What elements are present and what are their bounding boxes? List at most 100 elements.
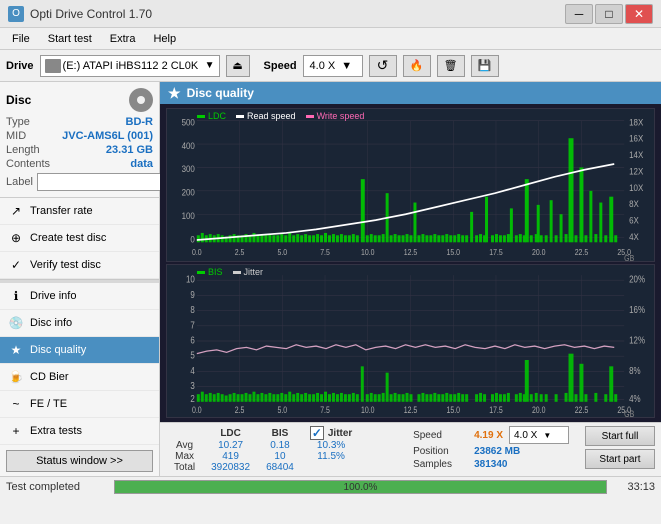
svg-text:22.5: 22.5 [575, 248, 589, 258]
app-icon: O [8, 6, 24, 22]
menu-extra[interactable]: Extra [102, 31, 144, 47]
bis-legend-color [197, 271, 205, 274]
disc-graphic-icon [129, 88, 153, 112]
total-row-label: Total [166, 462, 203, 473]
panel-title: Disc quality [187, 86, 254, 100]
chart1-legend: LDC Read speed Write speed [197, 111, 364, 121]
samples-row: Samples 381340 [413, 459, 569, 470]
legend-writespeed: Write speed [306, 111, 365, 121]
sidebar-item-create-test-disc-label: Create test disc [30, 232, 106, 244]
svg-text:22.5: 22.5 [575, 405, 589, 415]
disc-contents-row: Contents data [6, 158, 153, 170]
svg-text:6: 6 [190, 335, 194, 346]
drive-info-icon: ℹ [8, 288, 24, 304]
minimize-button[interactable]: ─ [565, 4, 593, 24]
svg-text:10: 10 [186, 274, 195, 285]
position-row: Position 23862 MB [413, 446, 569, 457]
progress-percent: 100.0% [115, 481, 606, 494]
svg-text:4: 4 [190, 365, 194, 376]
svg-text:7: 7 [190, 319, 194, 330]
sidebar-item-extra-tests[interactable]: + Extra tests [0, 418, 159, 445]
svg-text:400: 400 [182, 140, 195, 151]
start-part-button[interactable]: Start part [585, 449, 655, 469]
disc-contents-label: Contents [6, 158, 50, 170]
sidebar-item-disc-info[interactable]: 💿 Disc info [0, 310, 159, 337]
svg-text:18X: 18X [629, 117, 643, 128]
speed-stat-value: 4.19 X [474, 430, 503, 441]
avg-jitter-value: 10.3% [302, 440, 360, 451]
svg-text:GB: GB [624, 253, 634, 261]
cd-bier-icon: 🍺 [8, 369, 24, 385]
disc-panel: Disc Type BD-R MID JVC-AMS6L (001) Lengt… [0, 82, 159, 198]
erase-button[interactable]: 🗑 [437, 55, 465, 77]
sidebar-item-verify-test-disc[interactable]: ✓ Verify test disc [0, 252, 159, 279]
sidebar-item-create-test-disc[interactable]: ⊕ Create test disc [0, 225, 159, 252]
menu-starttest[interactable]: Start test [40, 31, 100, 47]
panel-icon: ★ [168, 85, 181, 102]
disc-label-input[interactable] [37, 173, 175, 191]
sidebar-item-cd-bier[interactable]: 🍺 CD Bier [0, 364, 159, 391]
sidebar-item-transfer-rate-label: Transfer rate [30, 205, 93, 217]
samples-label: Samples [413, 459, 468, 470]
speed-selector[interactable]: 4.0 X ▼ [303, 55, 363, 77]
extra-tests-icon: + [8, 423, 24, 439]
svg-text:10.0: 10.0 [361, 248, 375, 258]
total-jitter-value [302, 462, 360, 473]
legend-ldc: LDC [197, 111, 226, 121]
maximize-button[interactable]: □ [595, 4, 623, 24]
readspeed-legend-color [236, 115, 244, 118]
stats-table: LDC BIS ✓ Jitter Avg 10.27 [166, 426, 360, 473]
sidebar-item-verify-test-disc-label: Verify test disc [30, 259, 101, 271]
sidebar-item-cd-bier-label: CD Bier [30, 371, 69, 383]
svg-text:12%: 12% [629, 335, 645, 346]
sidebar-item-disc-quality[interactable]: ★ Disc quality [0, 337, 159, 364]
drive-label: Drive [6, 60, 34, 72]
svg-text:200: 200 [182, 187, 195, 198]
sidebar-item-fe-te-label: FE / TE [30, 398, 67, 410]
start-full-button[interactable]: Start full [585, 426, 655, 446]
disc-length-label: Length [6, 144, 40, 156]
jitter-checkbox[interactable]: ✓ [310, 426, 324, 440]
position-label: Position [413, 446, 468, 457]
drivebar: Drive (E:) ATAPI iHBS112 2 CL0K ▼ ⏏ Spee… [0, 50, 661, 82]
sidebar-item-drive-info[interactable]: ℹ Drive info [0, 283, 159, 310]
disc-type-row: Type BD-R [6, 116, 153, 128]
sidebar-item-drive-info-label: Drive info [30, 290, 76, 302]
disc-panel-title: Disc [6, 93, 31, 107]
speed-stat-selector[interactable]: 4.0 X ▼ [509, 426, 569, 444]
refresh-button[interactable]: ↺ [369, 55, 397, 77]
stats-row-label-col [166, 426, 203, 440]
writespeed-legend-label: Write speed [317, 111, 365, 121]
chart1-svg: 500 400 300 200 100 0 18X 16X 14X 12X 10… [167, 109, 654, 261]
svg-text:15.0: 15.0 [446, 405, 460, 415]
max-ldc-value: 419 [203, 451, 258, 462]
svg-text:7.5: 7.5 [320, 405, 330, 415]
svg-text:17.5: 17.5 [489, 248, 503, 258]
samples-value: 381340 [474, 459, 507, 470]
ldc-legend-label: LDC [208, 111, 226, 121]
jitter-legend-label: Jitter [244, 267, 264, 277]
sidebar-item-transfer-rate[interactable]: ↗ Transfer rate [0, 198, 159, 225]
svg-text:20%: 20% [629, 274, 645, 285]
disc-mid-value: JVC-AMS6L (001) [62, 130, 153, 142]
sidebar-item-fe-te[interactable]: ~ FE / TE [0, 391, 159, 418]
svg-text:0.0: 0.0 [192, 405, 202, 415]
avg-row-label: Avg [166, 440, 203, 451]
verify-test-disc-icon: ✓ [8, 257, 24, 273]
status-window-button[interactable]: Status window >> [6, 450, 153, 472]
save-button[interactable]: 💾 [471, 55, 499, 77]
stats-bar: LDC BIS ✓ Jitter Avg 10.27 [160, 422, 661, 476]
svg-text:16%: 16% [629, 304, 645, 315]
titlebar: O Opti Drive Control 1.70 ─ □ ✕ [0, 0, 661, 28]
stats-bis-header: BIS [258, 426, 302, 440]
menu-file[interactable]: File [4, 31, 38, 47]
disc-label-label: Label [6, 176, 33, 188]
burn-button[interactable]: 🔥 [403, 55, 431, 77]
svg-text:2.5: 2.5 [235, 248, 245, 258]
eject-button[interactable]: ⏏ [226, 55, 250, 77]
chart2-svg: 10 9 8 7 6 5 4 3 2 20% 16% 12% 8% 4% [167, 265, 654, 417]
menu-help[interactable]: Help [145, 31, 184, 47]
close-button[interactable]: ✕ [625, 4, 653, 24]
drive-selector[interactable]: (E:) ATAPI iHBS112 2 CL0K ▼ [40, 55, 220, 77]
create-test-disc-icon: ⊕ [8, 230, 24, 246]
